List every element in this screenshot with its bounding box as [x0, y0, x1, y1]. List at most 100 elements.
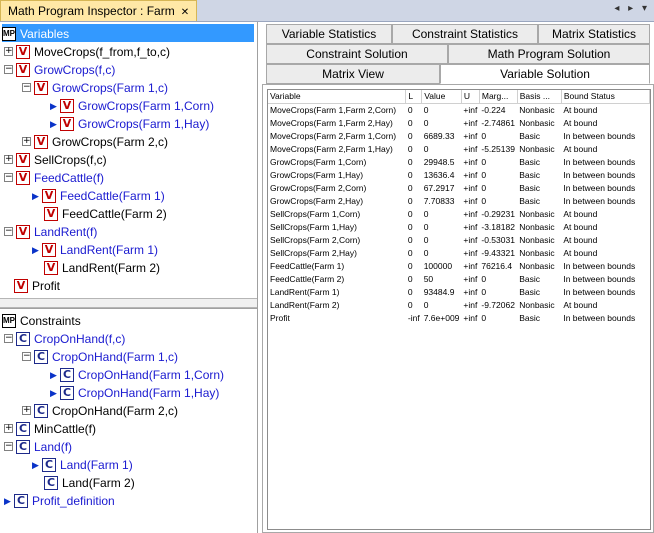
table-row[interactable]: MoveCrops(Farm 2,Farm 1,Corn) 0 6689.33 +in…: [268, 129, 650, 142]
cell-lower: 0: [407, 247, 413, 258]
cell-lower: 0: [407, 299, 413, 310]
cell-value: 0: [423, 104, 429, 115]
cell-basis: Basic: [519, 169, 541, 180]
cell-basis: Nonbasic: [519, 221, 555, 232]
expand-icon[interactable]: +: [4, 155, 13, 165]
tree-node-growcrops-farm2[interactable]: + V GrowCrops(Farm 2,c): [22, 132, 168, 150]
tree-node-feedcattle[interactable]: − V FeedCattle(f): [4, 168, 104, 186]
table-row[interactable]: GrowCrops(Farm 1,Corn) 0 29948.5 +inf 0 Basic…: [268, 155, 650, 168]
column-header-upper[interactable]: U: [461, 90, 480, 104]
table-row[interactable]: SellCrops(Farm 2,Hay) 0 0 +inf -9.43321 Nonba…: [268, 246, 650, 259]
column-header-bound-status[interactable]: Bound Status: [561, 90, 650, 104]
tree-node-croponhand-farm2[interactable]: + C CropOnHand(Farm 2,c): [22, 401, 178, 419]
tree-node-croponhand[interactable]: − C CropOnHand(f,c): [4, 329, 125, 347]
table-row[interactable]: MoveCrops(Farm 1,Farm 2,Corn) 0 0 +inf -0.22…: [268, 103, 650, 116]
tree-node-land[interactable]: − C Land(f): [4, 437, 72, 455]
cell-lower: 0: [407, 208, 413, 219]
column-header-variable[interactable]: Variable: [268, 90, 407, 104]
collapse-icon[interactable]: −: [4, 227, 13, 237]
variable-icon: V: [16, 44, 30, 59]
cell-lower: 0: [407, 143, 413, 154]
table-row[interactable]: LandRent(Farm 2) 0 0 +inf -9.72062 Nonbasic At…: [268, 298, 650, 311]
tab-math-program-solution[interactable]: Math Program Solution: [448, 44, 650, 64]
cell-marginal: 0: [481, 182, 487, 193]
collapse-icon[interactable]: −: [4, 442, 13, 452]
tree-node-croponhand-farm1-hay[interactable]: ▶ C CropOnHand(Farm 1,Hay): [50, 383, 219, 401]
table-row[interactable]: SellCrops(Farm 2,Corn) 0 0 +inf -0.53031 Nonb…: [268, 233, 650, 246]
tree-node-growcrops-farm1-hay[interactable]: ▶ V GrowCrops(Farm 1,Hay): [50, 114, 209, 132]
collapse-icon[interactable]: −: [4, 334, 13, 344]
pane-splitter[interactable]: [0, 298, 257, 308]
table-row[interactable]: FeedCattle(Farm 2) 0 50 +inf 0 Basic In betwee…: [268, 272, 650, 285]
cell-basis: Nonbasic: [519, 247, 555, 258]
tree-node-croponhand-farm1-corn[interactable]: ▶ C CropOnHand(Farm 1,Corn): [50, 365, 224, 383]
tree-node-mincattle[interactable]: + C MinCattle(f): [4, 419, 96, 437]
tree-node-land-farm2[interactable]: C Land(Farm 2): [32, 473, 135, 491]
table-header-row: Variable L Value U Marg... Basis ... Bou…: [268, 90, 650, 104]
window-nav-controls[interactable]: ◂ ▸ ▾: [614, 3, 650, 14]
table-row[interactable]: FeedCattle(Farm 1) 0 100000 +inf 76216.4 Nonb…: [268, 259, 650, 272]
table-row[interactable]: SellCrops(Farm 1,Corn) 0 0 +inf -0.29231 Nonb…: [268, 207, 650, 220]
cell-bound-status: In between bounds: [563, 312, 636, 323]
table-row[interactable]: GrowCrops(Farm 1,Hay) 0 13636.4 +inf 0 Basic I…: [268, 168, 650, 181]
cell-value: 0: [423, 299, 429, 310]
tree-node-profit-definition[interactable]: ▶ C Profit_definition: [4, 491, 115, 509]
cell-marginal: 0: [481, 273, 487, 284]
cell-basis: Nonbasic: [519, 299, 555, 310]
table-row[interactable]: SellCrops(Farm 1,Hay) 0 0 +inf -3.18182 Nonba…: [268, 220, 650, 233]
table-row[interactable]: MoveCrops(Farm 1,Farm 2,Hay) 0 0 +inf -2.748…: [268, 116, 650, 129]
tree-node-label: CropOnHand(f,c): [34, 331, 126, 346]
table-row[interactable]: MoveCrops(Farm 2,Farm 1,Hay) 0 0 +inf -5.251…: [268, 142, 650, 155]
cell-lower: 0: [407, 117, 413, 128]
cell-bound-status: In between bounds: [563, 130, 636, 141]
tree-node-sellcrops[interactable]: + V SellCrops(f,c): [4, 150, 107, 168]
tree-node-landrent[interactable]: − V LandRent(f): [4, 222, 97, 240]
tree-node-growcrops[interactable]: − V GrowCrops(f,c): [4, 60, 115, 78]
tree-node-label: GrowCrops(Farm 1,Corn): [78, 98, 215, 113]
tab-constraint-solution[interactable]: Constraint Solution: [266, 44, 448, 64]
tab-variable-statistics[interactable]: Variable Statistics: [266, 24, 392, 44]
table-row[interactable]: LandRent(Farm 1) 0 93484.9 +inf 0 Basic In bet…: [268, 285, 650, 298]
collapse-icon[interactable]: −: [4, 173, 13, 183]
tree-node-movecrops[interactable]: + V MoveCrops(f_from,f_to,c): [4, 42, 170, 60]
cell-bound-status: In between bounds: [563, 169, 636, 180]
variables-root[interactable]: MP Variables: [2, 24, 254, 42]
document-tab[interactable]: Math Program Inspector : Farm ✕: [0, 0, 198, 21]
tree-node-landrent-farm1[interactable]: ▶ V LandRent(Farm 1): [32, 240, 158, 258]
expand-icon[interactable]: +: [4, 424, 13, 434]
tree-node-feedcattle-farm2[interactable]: V FeedCattle(Farm 2): [32, 204, 167, 222]
column-header-lower[interactable]: L: [405, 90, 423, 104]
tab-variable-solution[interactable]: Variable Solution: [440, 64, 650, 84]
expand-icon[interactable]: +: [22, 406, 31, 416]
column-header-basis[interactable]: Basis ...: [517, 90, 562, 104]
tree-node-label: Land(Farm 2): [62, 475, 135, 490]
tree-node-growcrops-farm1[interactable]: − V GrowCrops(Farm 1,c): [22, 78, 168, 96]
column-header-value[interactable]: Value: [421, 90, 462, 104]
tab-constraint-statistics[interactable]: Constraint Statistics: [392, 24, 538, 44]
collapse-icon[interactable]: −: [22, 83, 31, 93]
expand-icon[interactable]: +: [4, 47, 13, 57]
cell-bound-status: In between bounds: [563, 195, 636, 206]
tree-node-croponhand-farm1[interactable]: − C CropOnHand(Farm 1,c): [22, 347, 178, 365]
tab-matrix-statistics[interactable]: Matrix Statistics: [538, 24, 650, 44]
column-header-marginal[interactable]: Marg...: [479, 90, 518, 104]
tree-node-land-farm1[interactable]: ▶ C Land(Farm 1): [32, 455, 133, 473]
close-tab-icon[interactable]: ✕: [181, 7, 189, 18]
tree-node-label: Profit: [32, 278, 61, 293]
table-row[interactable]: GrowCrops(Farm 2,Corn) 0 67.2917 +inf 0 Basic…: [268, 181, 650, 194]
tree-node-landrent-farm2[interactable]: V LandRent(Farm 2): [32, 258, 160, 276]
table-row[interactable]: GrowCrops(Farm 2,Hay) 0 7.70833 +inf 0 Basic I…: [268, 194, 650, 207]
tree-node-feedcattle-farm1[interactable]: ▶ V FeedCattle(Farm 1): [32, 186, 165, 204]
tree-node-profit[interactable]: V Profit: [14, 276, 60, 294]
expand-icon[interactable]: +: [22, 137, 31, 147]
tree-node-growcrops-farm1-corn[interactable]: ▶ V GrowCrops(Farm 1,Corn): [50, 96, 214, 114]
tab-matrix-view[interactable]: Matrix View: [266, 64, 440, 84]
cell-variable: MoveCrops(Farm 1,Farm 2,Hay): [270, 117, 393, 128]
collapse-icon[interactable]: −: [4, 65, 13, 75]
tree-node-label: FeedCattle(Farm 2): [62, 206, 167, 221]
constraints-root[interactable]: MP Constraints: [2, 311, 254, 329]
table-row[interactable]: Profit -inf 7.6e+009 +inf 0 Basic In between b…: [268, 311, 650, 324]
collapse-icon[interactable]: −: [22, 352, 31, 362]
tree-node-label: CropOnHand(Farm 1,c): [52, 349, 179, 364]
constraint-icon: C: [34, 403, 48, 418]
